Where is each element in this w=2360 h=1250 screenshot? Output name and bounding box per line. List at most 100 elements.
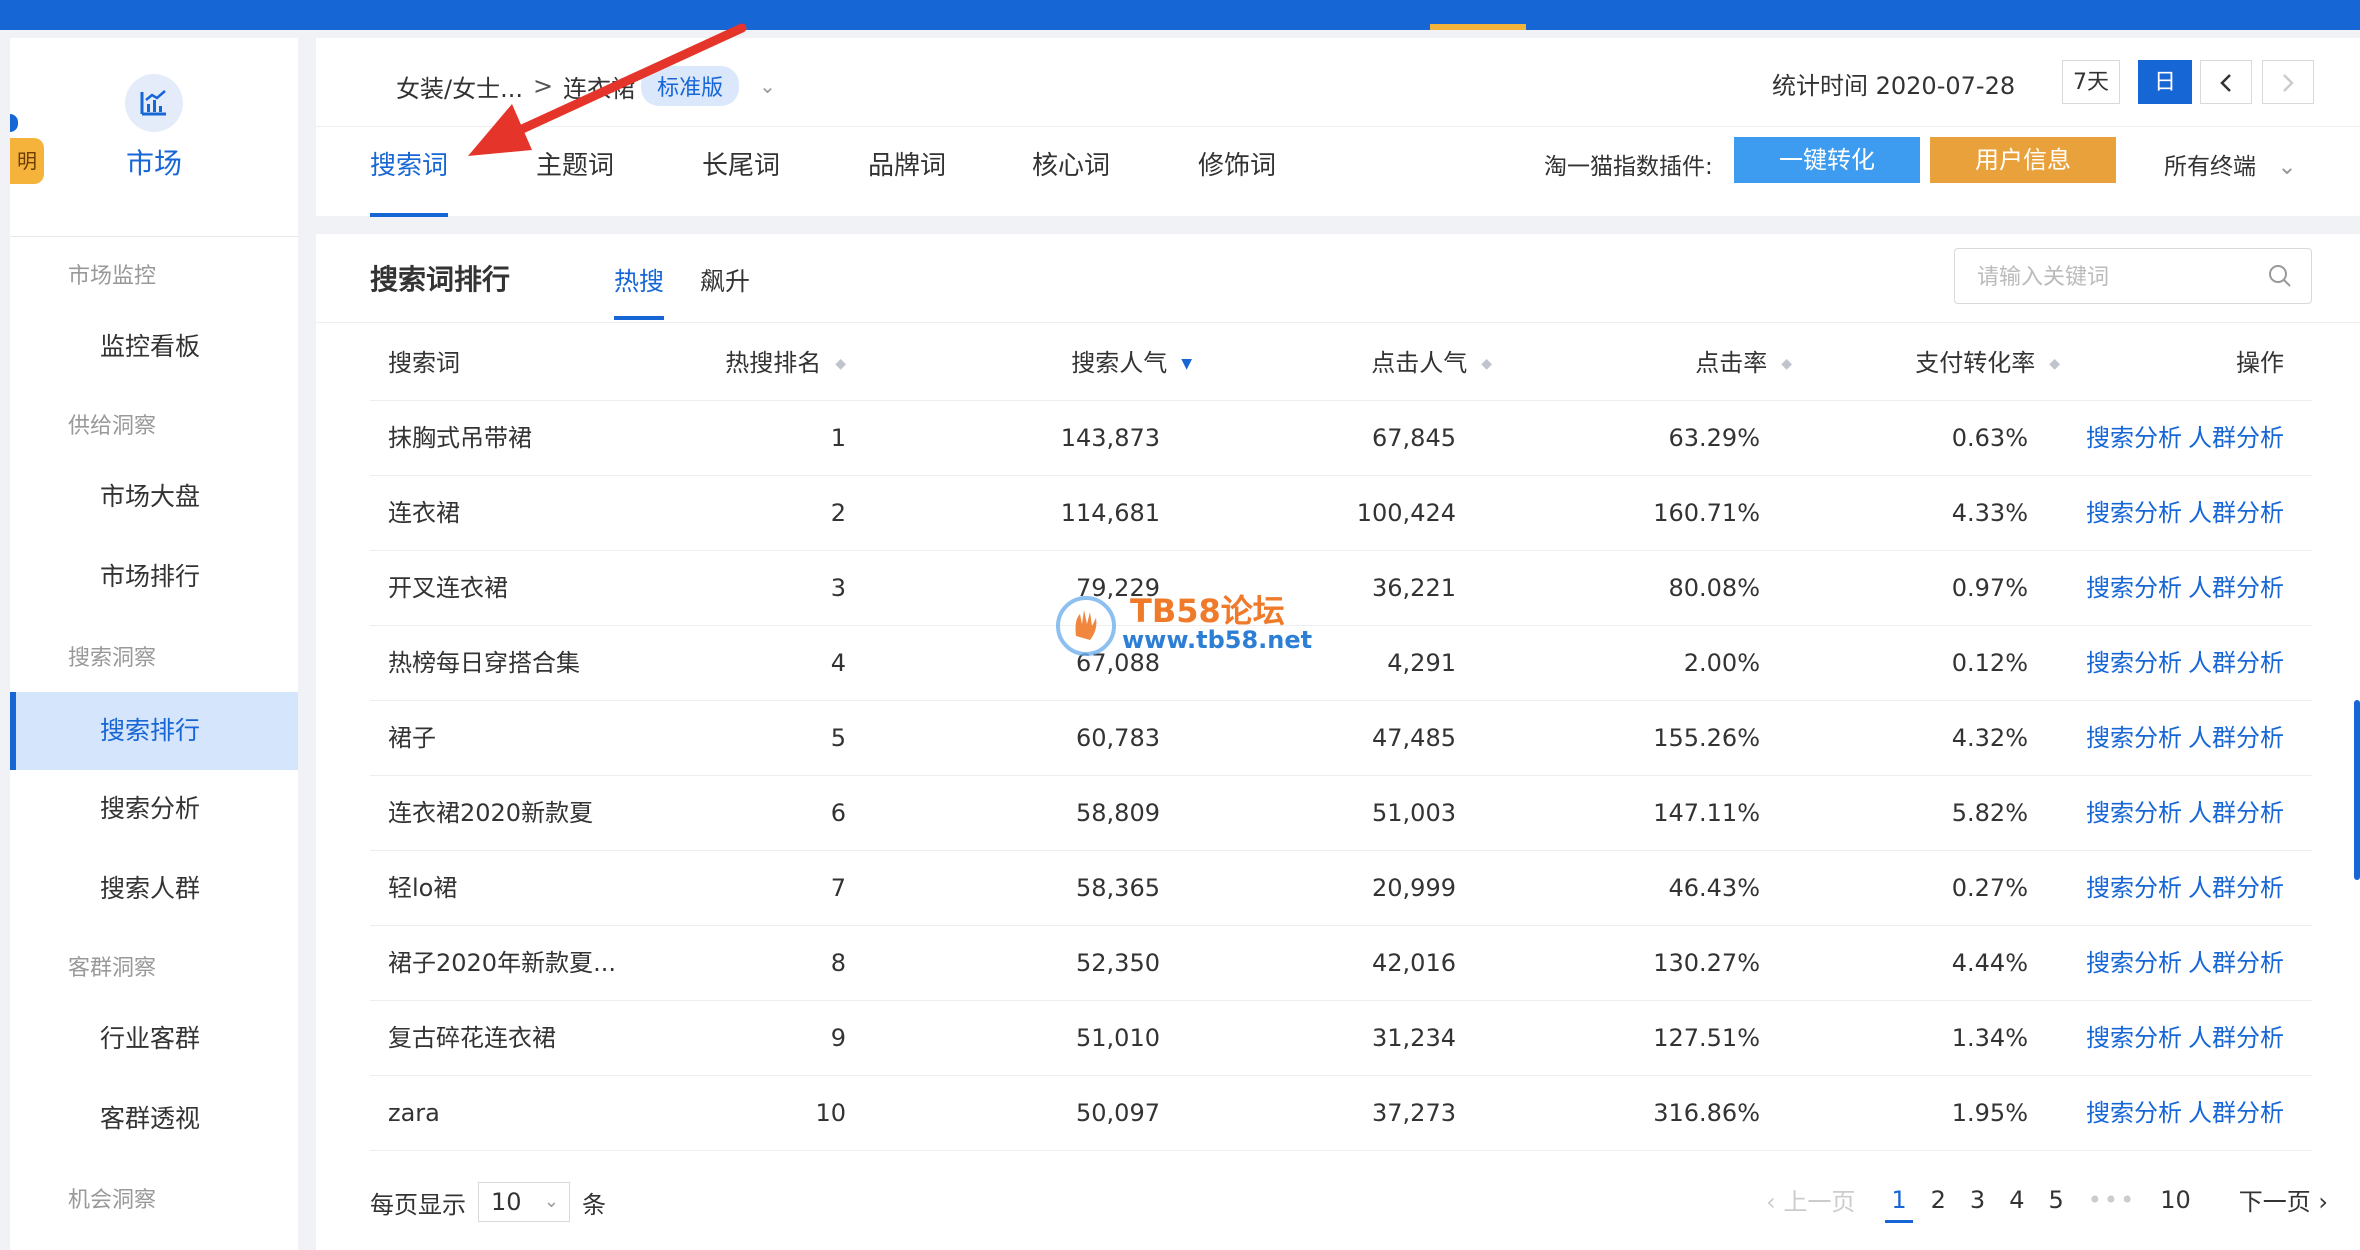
table-row[interactable]: 轻lo裙 7 58,365 20,999 46.43% 0.27% 搜索分析 人群分析 (370, 851, 2312, 926)
crowd-analysis-link[interactable]: 人群分析 (2188, 949, 2284, 977)
column-header-search-popularity[interactable]: 搜索人气 ▼ (1071, 326, 1192, 400)
table-row[interactable]: zara 10 50,097 37,273 316.86% 1.95% 搜索分析 人群分析 (370, 1076, 2312, 1151)
column-header-click-popularity[interactable]: 点击人气 ◆ (1371, 326, 1492, 400)
cell-rank: 10 (815, 1099, 846, 1127)
cell-ctr: 2.00% (1683, 649, 1760, 677)
cell-word: 裙子2020年新款夏... (388, 949, 616, 977)
sidebar-item-search-crowd[interactable]: 搜索人群 (10, 850, 298, 928)
search-analysis-link[interactable]: 搜索分析 (2086, 499, 2182, 527)
sidebar-item-crowd-perspective[interactable]: 客群透视 (10, 1080, 298, 1158)
next-page-button[interactable]: 下一页 › (2239, 1182, 2328, 1217)
page-button[interactable]: 3 (1970, 1186, 1985, 1214)
crowd-analysis-link[interactable]: 人群分析 (2188, 649, 2284, 677)
sort-icon[interactable]: ◆ (2049, 327, 2060, 401)
search-analysis-link[interactable]: 搜索分析 (2086, 1099, 2182, 1127)
cell-ctr: 63.29% (1668, 424, 1760, 452)
subtab-rising[interactable]: 飙升 (700, 262, 750, 322)
breadcrumb-category[interactable]: 女装/女士... (396, 69, 523, 104)
search-analysis-link[interactable]: 搜索分析 (2086, 574, 2182, 602)
tab-modifier-words[interactable]: 修饰词 (1198, 127, 1276, 217)
sidebar-brand[interactable]: 市场 (10, 38, 298, 237)
sidebar-item-label: 客群透视 (100, 1104, 201, 1133)
sidebar-item-market-ranking[interactable]: 市场排行 (10, 538, 298, 616)
table-row[interactable]: 连衣裙 2 114,681 100,424 160.71% 4.33% 搜索分析 人群分析 (370, 476, 2312, 551)
table-header: 搜索词 热搜排名 ◆ 搜索人气 ▼ 点击人气 ◆ 点击率 ◆ 支付转化率 ◆ 操作 (370, 326, 2312, 401)
search-analysis-link[interactable]: 搜索分析 (2086, 424, 2182, 452)
cell-cvr: 5.82% (1951, 799, 2028, 827)
tab-topic-words[interactable]: 主题词 (536, 127, 614, 217)
sidebar-item-search-ranking[interactable]: 搜索排行 (10, 692, 298, 770)
crowd-analysis-link[interactable]: 人群分析 (2188, 874, 2284, 902)
cell-click-popularity: 51,003 (1372, 799, 1456, 827)
column-header-rank[interactable]: 热搜排名 ◆ (725, 326, 846, 400)
scrollbar[interactable] (2354, 700, 2360, 880)
cell-click-popularity: 4,291 (1387, 649, 1456, 677)
tab-search-words[interactable]: 搜索词 (370, 127, 449, 217)
user-info-button[interactable]: 用户信息 (1930, 137, 2116, 183)
cell-word: 连衣裙2020新款夏 (388, 799, 594, 827)
crowd-analysis-link[interactable]: 人群分析 (2188, 574, 2284, 602)
cell-click-popularity: 20,999 (1372, 874, 1456, 902)
crowd-analysis-link[interactable]: 人群分析 (2188, 499, 2284, 527)
search-analysis-link[interactable]: 搜索分析 (2086, 874, 2182, 902)
page-button[interactable]: 4 (2009, 1186, 2024, 1214)
page-ellipsis[interactable]: ••• (2088, 1186, 2136, 1214)
page-button[interactable]: 2 (1931, 1186, 1946, 1214)
crowd-analysis-link[interactable]: 人群分析 (2188, 724, 2284, 752)
terminal-select[interactable]: 所有终端 ⌄ (2164, 147, 2297, 181)
panel-title: 搜索词排行 (370, 263, 511, 296)
tab-brand-words[interactable]: 品牌词 (868, 127, 946, 217)
breadcrumb[interactable]: 女装/女士... > 连衣裙 标准版 ⌄ (396, 66, 776, 106)
sort-icon[interactable]: ◆ (835, 327, 846, 401)
cell-word: 连衣裙 (388, 499, 460, 527)
prev-page-button[interactable]: ‹ 上一页 (1766, 1182, 1855, 1217)
range-7days-button[interactable]: 7天 (2062, 60, 2120, 104)
search-icon[interactable] (2267, 263, 2293, 289)
sidebar-section-title: 机会洞察 (68, 1188, 157, 1213)
cell-word: zara (388, 1099, 440, 1127)
crowd-analysis-link[interactable]: 人群分析 (2188, 1099, 2284, 1127)
search-analysis-link[interactable]: 搜索分析 (2086, 949, 2182, 977)
column-header-cvr[interactable]: 支付转化率 ◆ (1915, 326, 2060, 400)
table-row[interactable]: 抹胸式吊带裙 1 143,873 67,845 63.29% 0.63% 搜索分析 人群分析 (370, 401, 2312, 476)
search-analysis-link[interactable]: 搜索分析 (2086, 799, 2182, 827)
crowd-analysis-link[interactable]: 人群分析 (2188, 1024, 2284, 1052)
sort-icon[interactable]: ◆ (1481, 327, 1492, 401)
sidebar-item-market-overview[interactable]: 市场大盘 (10, 458, 298, 536)
prev-date-button[interactable] (2200, 60, 2252, 104)
sort-icon[interactable]: ◆ (1781, 327, 1792, 401)
table-row[interactable]: 开叉连衣裙 3 79,229 36,221 80.08% 0.97% 搜索分析 人群分析 (370, 551, 2312, 626)
cell-cvr: 1.34% (1951, 1024, 2028, 1052)
page-button[interactable]: 1 (1885, 1186, 1914, 1223)
range-day-button[interactable]: 日 (2138, 60, 2192, 104)
table-row[interactable]: 热榜每日穿搭合集 4 67,088 4,291 2.00% 0.12% 搜索分析 人群分析 (370, 626, 2312, 701)
page-button[interactable]: 10 (2160, 1186, 2191, 1214)
tab-longtail-words[interactable]: 长尾词 (702, 127, 780, 217)
table-row[interactable]: 复古碎花连衣裙 9 51,010 31,234 127.51% 1.34% 搜索分析 人群分析 (370, 1001, 2312, 1076)
table-row[interactable]: 裙子2020年新款夏... 8 52,350 42,016 130.27% 4.44% 搜索… (370, 926, 2312, 1001)
next-date-button[interactable] (2262, 60, 2314, 104)
subtab-hot[interactable]: 热搜 (614, 262, 665, 322)
crowd-analysis-link[interactable]: 人群分析 (2188, 424, 2284, 452)
table-row[interactable]: 连衣裙2020新款夏 6 58,809 51,003 147.11% 5.82% 搜索分析人… (370, 776, 2312, 851)
sidebar-item-search-analysis[interactable]: 搜索分析 (10, 770, 298, 848)
chevron-down-icon[interactable]: ⌄ (759, 74, 776, 98)
search-analysis-link[interactable]: 搜索分析 (2086, 1024, 2182, 1052)
column-header-ctr[interactable]: 点击率 ◆ (1695, 326, 1792, 400)
sidebar-item-monitor-board[interactable]: 监控看板 (10, 308, 298, 386)
sidebar-item-industry-crowd[interactable]: 行业客群 (10, 1000, 298, 1078)
search-input[interactable] (1975, 259, 2259, 295)
tab-core-words[interactable]: 核心词 (1032, 127, 1110, 217)
cell-ctr: 155.26% (1653, 724, 1760, 752)
table-row[interactable]: 裙子 5 60,783 47,485 155.26% 4.32% 搜索分析 人群分析 (370, 701, 2312, 776)
breadcrumb-current[interactable]: 连衣裙 (563, 69, 635, 104)
page-size-select[interactable]: 10 ⌄ (478, 1182, 570, 1222)
search-analysis-link[interactable]: 搜索分析 (2086, 649, 2182, 677)
keyword-search[interactable] (1954, 248, 2312, 304)
page-button[interactable]: 5 (2048, 1186, 2063, 1214)
crowd-analysis-link[interactable]: 人群分析 (2188, 799, 2284, 827)
sort-desc-icon[interactable]: ▼ (1181, 327, 1192, 401)
search-analysis-link[interactable]: 搜索分析 (2086, 724, 2182, 752)
convert-button[interactable]: 一键转化 (1734, 137, 1920, 183)
cell-word: 轻lo裙 (388, 874, 458, 902)
